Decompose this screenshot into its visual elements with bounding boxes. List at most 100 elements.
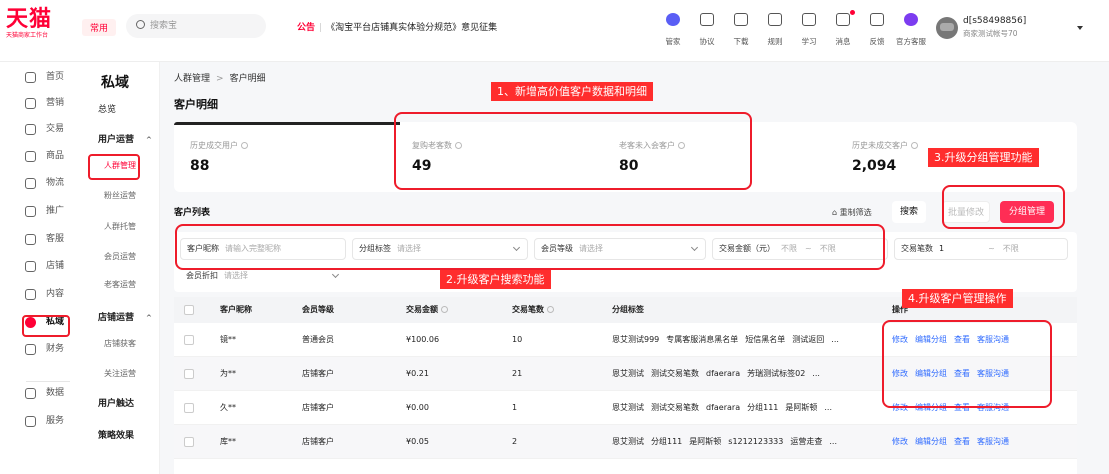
chevron-down-icon[interactable]: [1077, 26, 1083, 30]
trade-amount-range[interactable]: 交易金额（元） 不限 ~ 不限: [712, 238, 888, 260]
row-checkbox[interactable]: [184, 369, 194, 379]
tmall-logo[interactable]: 天猫 天猫商家工作台: [6, 8, 56, 40]
stat-no-trade-customers[interactable]: 历史未成交客户 2,094: [852, 140, 918, 174]
header-trade-count[interactable]: 交易笔数: [512, 297, 554, 323]
view-link[interactable]: 查看: [954, 403, 970, 412]
tag-more[interactable]: ...: [829, 437, 837, 446]
tag-more[interactable]: ...: [824, 403, 832, 412]
nav-item-data[interactable]: 数据: [0, 382, 80, 404]
notice-bar[interactable]: 公告 | 《淘宝平台店铺真实体验分规范》意见征集: [297, 20, 497, 33]
edit-link[interactable]: 修改: [892, 437, 908, 446]
tool-download[interactable]: 下载: [725, 10, 757, 48]
subnav-group-user-reach[interactable]: 用户触达: [98, 396, 134, 409]
learn-icon: [802, 13, 816, 26]
search-button[interactable]: 搜索: [892, 201, 926, 223]
subnav-item-follow-ops[interactable]: 关注运营: [104, 368, 136, 379]
tag-more[interactable]: ...: [812, 369, 820, 378]
tag: 专属客服消息黑名单: [666, 335, 739, 344]
row-checkbox[interactable]: [184, 437, 194, 447]
nav-item-trade[interactable]: 交易: [0, 118, 80, 140]
reset-filter-link[interactable]: ⌂ 重制筛选: [832, 207, 872, 218]
subnav-item-old-customer-ops[interactable]: 老客运营: [104, 279, 136, 290]
tag: 运营走查: [790, 437, 823, 446]
subnav-item-fan-ops[interactable]: 粉丝运营: [104, 190, 136, 201]
tool-manager[interactable]: 管家: [657, 10, 689, 48]
edit-group-link[interactable]: 编辑分组: [915, 335, 947, 344]
trade-count-range[interactable]: 交易笔数 1 ~ 不限: [894, 238, 1068, 260]
contact-service-link[interactable]: 客服沟通: [977, 369, 1009, 378]
help-icon[interactable]: [911, 142, 918, 149]
avatar[interactable]: [936, 17, 958, 39]
nav-item-logistics[interactable]: 物流: [0, 172, 80, 194]
nav-item-goods[interactable]: 商品: [0, 145, 80, 167]
search-input[interactable]: 搜索宝: [126, 14, 266, 38]
header-trade-amount[interactable]: 交易金额: [406, 297, 448, 323]
nav-item-service[interactable]: 服务: [0, 410, 80, 432]
stat-history-buyers[interactable]: 历史成交用户 88: [190, 140, 248, 174]
common-button[interactable]: 常用: [82, 19, 117, 36]
tool-rules[interactable]: 规则: [759, 10, 791, 48]
group-tag-select[interactable]: 分组标签 请选择: [352, 238, 528, 260]
edit-group-link[interactable]: 编辑分组: [915, 403, 947, 412]
nav-item-promotion[interactable]: 推广: [0, 200, 80, 222]
range-to[interactable]: 不限: [820, 244, 836, 253]
subnav-group-shop-ops[interactable]: 店铺运营 ^: [98, 310, 152, 323]
tool-feedback[interactable]: 反馈: [861, 10, 893, 48]
tool-official-service[interactable]: 官方客服: [895, 10, 927, 48]
row-checkbox[interactable]: [184, 403, 194, 413]
range-from[interactable]: 1: [939, 244, 944, 253]
tool-learn[interactable]: 学习: [793, 10, 825, 48]
contact-service-link[interactable]: 客服沟通: [977, 437, 1009, 446]
nav-item-content[interactable]: 内容: [0, 283, 80, 305]
help-icon[interactable]: [678, 142, 685, 149]
subnav-overview[interactable]: 总览: [98, 102, 116, 115]
subnav-item-shop-acquisition[interactable]: 店铺获客: [104, 338, 136, 349]
notice-text[interactable]: 《淘宝平台店铺真实体验分规范》意见征集: [326, 23, 497, 33]
nav-item-marketing[interactable]: 营销: [0, 92, 80, 114]
view-link[interactable]: 查看: [954, 369, 970, 378]
select-all-checkbox[interactable]: [184, 305, 194, 315]
subnav-item-crowd-hosting[interactable]: 人群托管: [104, 221, 136, 232]
tool-agreement[interactable]: 协议: [691, 10, 723, 48]
tag-more[interactable]: ...: [831, 335, 839, 344]
nav-item-shop[interactable]: 店铺: [0, 255, 80, 277]
tool-message[interactable]: 消息: [827, 10, 859, 48]
agreement-icon: [700, 13, 714, 26]
edit-link[interactable]: 修改: [892, 369, 908, 378]
edit-group-link[interactable]: 编辑分组: [915, 369, 947, 378]
stat-non-member-customers[interactable]: 老客未入会客户 80: [619, 140, 685, 174]
member-discount-select[interactable]: 会员折扣 请选择: [180, 266, 346, 288]
help-icon: [547, 306, 554, 313]
range-from[interactable]: 不限: [781, 244, 797, 253]
tool-label: 管家: [665, 37, 681, 46]
edit-link[interactable]: 修改: [892, 335, 908, 344]
help-icon[interactable]: [455, 142, 462, 149]
view-link[interactable]: 查看: [954, 437, 970, 446]
nav-item-finance[interactable]: 财务: [0, 338, 80, 360]
view-link[interactable]: 查看: [954, 335, 970, 344]
stat-label: 历史成交用户: [190, 141, 238, 150]
stat-repurchase-customers[interactable]: 复购老客数 49: [412, 140, 462, 174]
subnav-group-strategy-effect[interactable]: 策略效果: [98, 428, 134, 441]
nickname-field[interactable]: 客户昵称 请输入完整昵称: [180, 238, 346, 260]
user-name[interactable]: d[s58498856]: [963, 16, 1026, 26]
nav-item-customer-service[interactable]: 客服: [0, 228, 80, 250]
member-level-select[interactable]: 会员等级 请选择: [534, 238, 706, 260]
breadcrumb-item[interactable]: 人群管理: [174, 74, 210, 84]
subnav-item-crowd-management[interactable]: 人群管理: [104, 160, 136, 171]
row-checkbox[interactable]: [184, 335, 194, 345]
subnav-item-member-ops[interactable]: 会员运营: [104, 251, 136, 262]
cell-operations: 修改 编辑分组 查看 客服沟通: [892, 323, 1016, 357]
contact-service-link[interactable]: 客服沟通: [977, 335, 1009, 344]
edit-group-link[interactable]: 编辑分组: [915, 437, 947, 446]
table-row: 为** 店铺客户 ¥0.21 21 恩艾测试 测试交易笔数 dfaerara 芳瑞测试…: [174, 357, 1077, 391]
nav-item-home[interactable]: 首页: [0, 66, 80, 88]
range-to[interactable]: 不限: [1003, 244, 1019, 253]
subnav-group-user-ops[interactable]: 用户运营 ^: [98, 132, 152, 145]
nav-item-private-domain[interactable]: 私域: [0, 311, 80, 333]
batch-edit-button[interactable]: 批量修改: [942, 201, 990, 223]
edit-link[interactable]: 修改: [892, 403, 908, 412]
group-management-button[interactable]: 分组管理: [1000, 201, 1054, 223]
help-icon[interactable]: [241, 142, 248, 149]
contact-service-link[interactable]: 客服沟通: [977, 403, 1009, 412]
